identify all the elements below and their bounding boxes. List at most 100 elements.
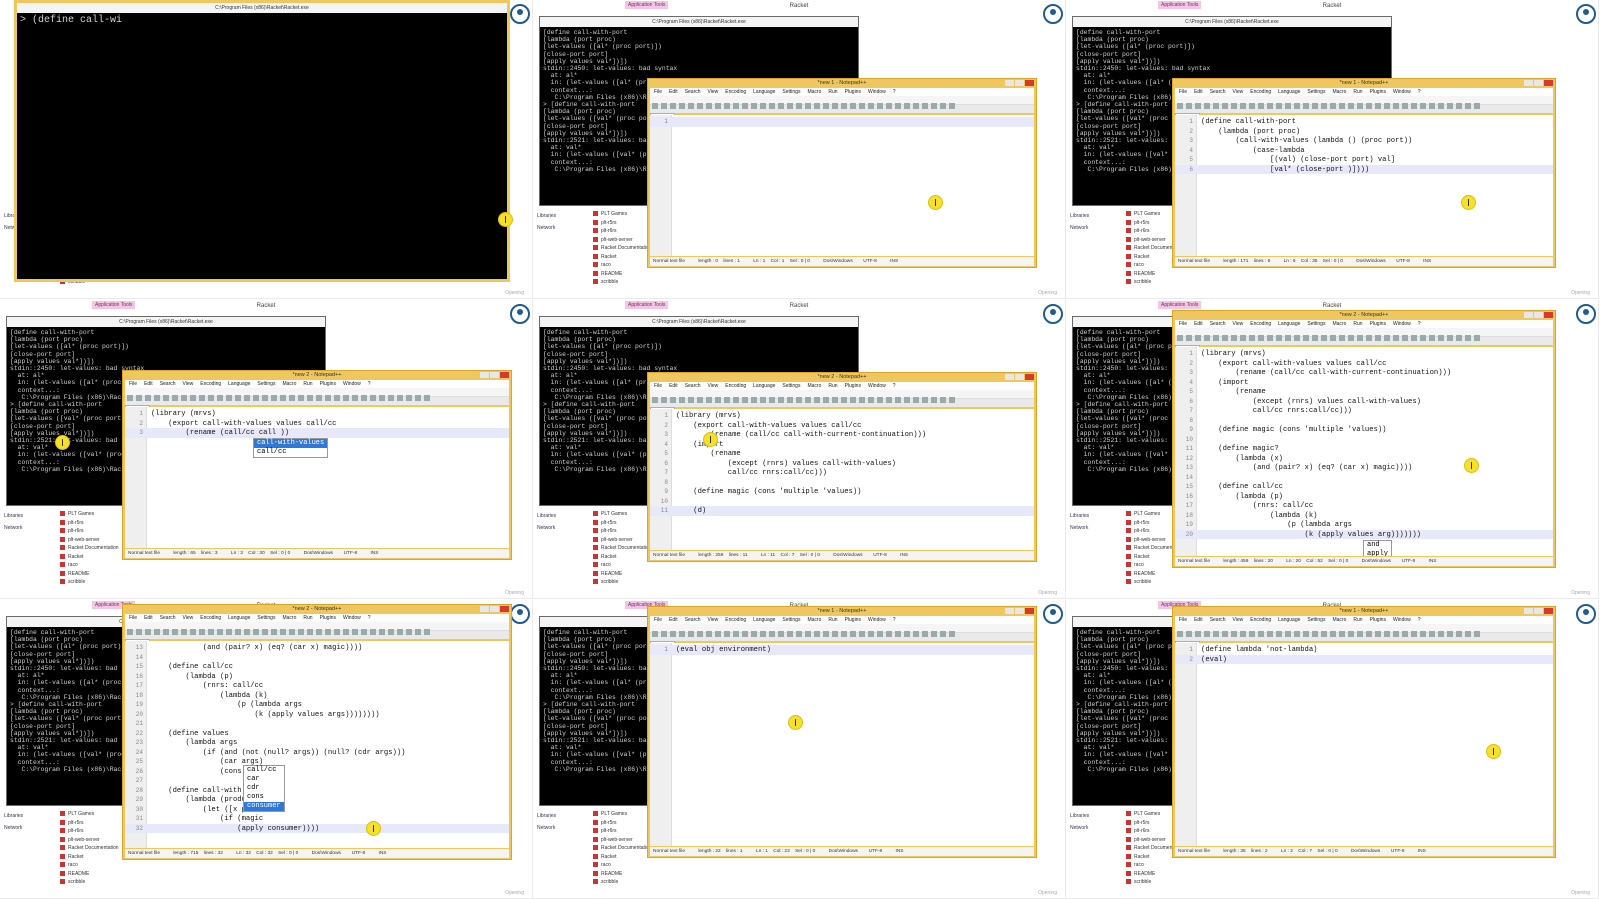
- close-button[interactable]: [1544, 80, 1553, 86]
- toolbar-button-icon[interactable]: [1204, 631, 1210, 637]
- autocomplete-item[interactable]: call-with-values: [254, 439, 328, 448]
- toolbar-button-icon[interactable]: [751, 103, 757, 109]
- toolbar-button-icon[interactable]: [1294, 103, 1300, 109]
- minimize-button[interactable]: [1524, 608, 1533, 614]
- menu-item-encoding[interactable]: Encoding: [725, 617, 746, 623]
- menu-item-file[interactable]: File: [654, 383, 662, 389]
- close-button[interactable]: [1025, 374, 1034, 380]
- toolbar-button-icon[interactable]: [1321, 103, 1327, 109]
- toolbar-button-icon[interactable]: [1321, 335, 1327, 341]
- toolbar-button-icon[interactable]: [805, 397, 811, 403]
- toolbar-button-icon[interactable]: [850, 397, 856, 403]
- toolbar-button-icon[interactable]: [172, 395, 178, 401]
- menu-item-help[interactable]: ?: [1418, 617, 1421, 623]
- toolbar-button-icon[interactable]: [1429, 335, 1435, 341]
- toolbar-button-icon[interactable]: [1312, 335, 1318, 341]
- toolbar-button-icon[interactable]: [949, 103, 955, 109]
- toolbar-button-icon[interactable]: [715, 103, 721, 109]
- toolbar-button-icon[interactable]: [814, 103, 820, 109]
- file-item[interactable]: README: [1126, 570, 1326, 579]
- autocomplete-item[interactable]: car: [244, 775, 284, 784]
- menu-item-settings[interactable]: Settings: [1307, 617, 1325, 623]
- toolbar-button-icon[interactable]: [307, 629, 313, 635]
- toolbar-button-icon[interactable]: [1258, 335, 1264, 341]
- toolbar-button-icon[interactable]: [1222, 103, 1228, 109]
- toolbar-button-icon[interactable]: [877, 103, 883, 109]
- toolbar-button-icon[interactable]: [379, 395, 385, 401]
- file-item[interactable]: scribble: [593, 278, 793, 287]
- toolbar-button-icon[interactable]: [760, 631, 766, 637]
- editor-area[interactable]: 13 (and (pair? x) (eq? (car x) magic))))…: [125, 641, 509, 848]
- toolbar-button-icon[interactable]: [841, 631, 847, 637]
- menu-item-language[interactable]: Language: [753, 383, 775, 389]
- toolbar-button-icon[interactable]: [298, 629, 304, 635]
- toolbar-button-icon[interactable]: [1348, 335, 1354, 341]
- menu-item-language[interactable]: Language: [1278, 321, 1300, 327]
- toolbar-button-icon[interactable]: [1312, 103, 1318, 109]
- menu-item-window[interactable]: Window: [868, 383, 886, 389]
- toolbar-button-icon[interactable]: [1249, 335, 1255, 341]
- toolbar-button-icon[interactable]: [1375, 103, 1381, 109]
- toolbar-button-icon[interactable]: [688, 631, 694, 637]
- menu-item-search[interactable]: Search: [685, 89, 701, 95]
- toolbar-button-icon[interactable]: [1303, 103, 1309, 109]
- toolbar-button-icon[interactable]: [1375, 631, 1381, 637]
- nav-item-libraries[interactable]: Libraries: [4, 510, 50, 522]
- toolbar-button-icon[interactable]: [1213, 335, 1219, 341]
- menu-item-language[interactable]: Language: [753, 617, 775, 623]
- toolbar-button-icon[interactable]: [850, 103, 856, 109]
- nav-item-libraries[interactable]: Libraries: [4, 810, 50, 822]
- menu-item-encoding[interactable]: Encoding: [1250, 321, 1271, 327]
- toolbar-button-icon[interactable]: [895, 631, 901, 637]
- menu-item-window[interactable]: Window: [1393, 617, 1411, 623]
- toolbar-button-icon[interactable]: [859, 103, 865, 109]
- toolbar-button-icon[interactable]: [1411, 103, 1417, 109]
- menu-item-view[interactable]: View: [708, 617, 719, 623]
- toolbar-button-icon[interactable]: [1240, 103, 1246, 109]
- nav-item-network[interactable]: Network: [1070, 522, 1116, 534]
- menu-item-window[interactable]: Window: [1393, 321, 1411, 327]
- toolbar-button-icon[interactable]: [1294, 335, 1300, 341]
- toolbar-button-icon[interactable]: [1321, 631, 1327, 637]
- toolbar-button-icon[interactable]: [931, 397, 937, 403]
- toolbar-button-icon[interactable]: [697, 397, 703, 403]
- menu-item-run[interactable]: Run: [303, 381, 312, 387]
- toolbar-button-icon[interactable]: [1240, 631, 1246, 637]
- menu-item-macro[interactable]: Macro: [282, 615, 296, 621]
- toolbar-button-icon[interactable]: [1276, 335, 1282, 341]
- toolbar-button-icon[interactable]: [208, 395, 214, 401]
- toolbar-button-icon[interactable]: [823, 397, 829, 403]
- toolbar-button-icon[interactable]: [1204, 103, 1210, 109]
- toolbar-button-icon[interactable]: [1276, 631, 1282, 637]
- toolbar-button-icon[interactable]: [1456, 103, 1462, 109]
- menu-item-run[interactable]: Run: [828, 89, 837, 95]
- toolbar-button-icon[interactable]: [226, 629, 232, 635]
- nav-item-network[interactable]: Network: [537, 522, 583, 534]
- toolbar-button-icon[interactable]: [1402, 335, 1408, 341]
- file-item[interactable]: README: [593, 570, 793, 579]
- menu-item-run[interactable]: Run: [1353, 321, 1362, 327]
- toolbar-button-icon[interactable]: [841, 397, 847, 403]
- toolbar-button-icon[interactable]: [1267, 631, 1273, 637]
- menu-item-plugins[interactable]: Plugins: [1370, 321, 1386, 327]
- toolbar-button-icon[interactable]: [1258, 631, 1264, 637]
- toolbar-button-icon[interactable]: [1303, 631, 1309, 637]
- toolbar-button-icon[interactable]: [361, 395, 367, 401]
- menu-item-file[interactable]: File: [1179, 321, 1187, 327]
- menu-item-encoding[interactable]: Encoding: [200, 381, 221, 387]
- toolbar-button-icon[interactable]: [850, 631, 856, 637]
- file-item[interactable]: scribble: [593, 578, 793, 587]
- file-item[interactable]: raco: [593, 561, 793, 570]
- toolbar-button-icon[interactable]: [706, 631, 712, 637]
- nav-item-libraries[interactable]: Libraries: [537, 810, 583, 822]
- maximize-button[interactable]: [1015, 80, 1024, 86]
- toolbar-button-icon[interactable]: [1357, 103, 1363, 109]
- toolbar-button-icon[interactable]: [724, 397, 730, 403]
- toolbar-button-icon[interactable]: [787, 103, 793, 109]
- autocomplete-popup[interactable]: andapplyargs: [1363, 539, 1393, 556]
- nav-item-libraries[interactable]: Libraries: [537, 510, 583, 522]
- toolbar-button-icon[interactable]: [1339, 103, 1345, 109]
- file-item[interactable]: README: [60, 870, 260, 879]
- toolbar-button-icon[interactable]: [688, 397, 694, 403]
- toolbar-button-icon[interactable]: [262, 395, 268, 401]
